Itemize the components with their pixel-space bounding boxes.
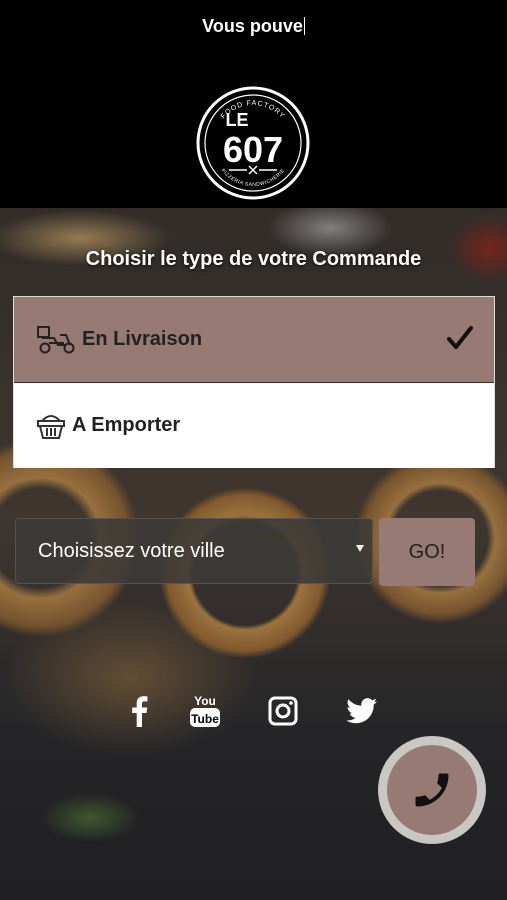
facebook-link[interactable]: [124, 693, 154, 729]
youtube-icon: You Tube: [190, 694, 220, 727]
order-type-list: En Livraison A Emporter: [13, 296, 495, 468]
option-takeaway-label: A Emporter: [72, 414, 181, 436]
marquee-banner: Vous pouve: [0, 16, 507, 37]
option-delivery-label: En Livraison: [82, 328, 203, 350]
instagram-icon: [268, 696, 298, 726]
twitter-link[interactable]: [344, 693, 380, 729]
instagram-link[interactable]: [266, 693, 300, 729]
city-select-value: Choisissez votre ville: [38, 539, 225, 562]
dropdown-arrow-icon: [356, 545, 364, 552]
option-takeaway[interactable]: A Emporter: [14, 383, 494, 468]
svg-text:Tube: Tube: [191, 712, 219, 726]
youtube-link[interactable]: You Tube: [188, 693, 222, 729]
option-delivery[interactable]: En Livraison: [14, 297, 494, 382]
logo-text-607: 607: [223, 129, 283, 170]
twitter-icon: [346, 698, 378, 724]
facebook-icon: [132, 696, 148, 727]
app-header: Vous pouve FOOD FACTORY PIZZERIA SANDWIC…: [0, 0, 507, 208]
marquee-text: Vous pouve: [202, 16, 303, 36]
call-button[interactable]: [378, 736, 486, 844]
go-button[interactable]: GO!: [379, 518, 475, 586]
order-type-title: Choisir le type de votre Commande: [85, 248, 422, 270]
logo: FOOD FACTORY PIZZERIA SANDWICHERIE LE 60…: [196, 86, 310, 200]
checkmark-icon: [447, 326, 473, 349]
delivery-scooter-icon: [37, 325, 75, 353]
city-select[interactable]: Choisissez votre ville: [15, 518, 373, 584]
svg-text:You: You: [194, 694, 216, 708]
logo-text-le: LE: [225, 110, 248, 130]
basket-icon: [37, 414, 65, 439]
phone-icon: [415, 773, 449, 807]
text-caret: [303, 17, 305, 35]
